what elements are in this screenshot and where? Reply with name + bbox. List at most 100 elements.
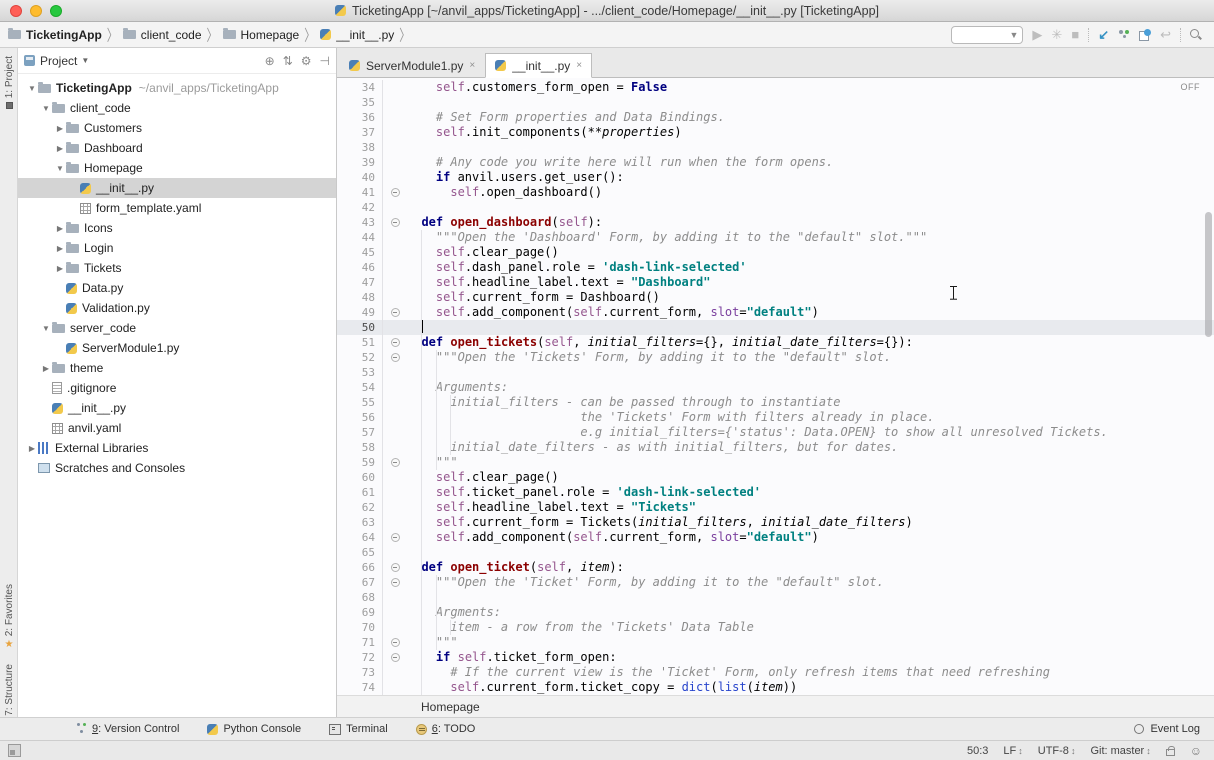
run-configuration-dropdown[interactable]: ▼ xyxy=(951,26,1023,44)
line-number[interactable]: 46 xyxy=(337,260,383,275)
code-editor[interactable]: 34 self.customers_form_open = False3536 … xyxy=(337,78,1214,695)
fold-marker[interactable] xyxy=(383,350,407,365)
locate-file-icon[interactable]: ⊕ xyxy=(265,54,275,68)
line-number[interactable]: 63 xyxy=(337,515,383,530)
code-line[interactable]: 39 # Any code you write here will run wh… xyxy=(337,155,1214,170)
line-number[interactable]: 34 xyxy=(337,80,383,95)
line-number[interactable]: 65 xyxy=(337,545,383,560)
chevron-expanded-icon[interactable]: ▼ xyxy=(40,324,52,333)
chevron-collapsed-icon[interactable]: ▶ xyxy=(54,124,66,133)
line-number[interactable]: 36 xyxy=(337,110,383,125)
toolwindow-button--version-control[interactable]: 9: Version Control xyxy=(76,723,179,735)
fold-icon[interactable] xyxy=(391,638,400,647)
fold-marker[interactable] xyxy=(383,455,407,470)
code-line[interactable]: 36 # Set Form properties and Data Bindin… xyxy=(337,110,1214,125)
search-everywhere-icon[interactable] xyxy=(1190,29,1202,41)
line-number[interactable]: 71 xyxy=(337,635,383,650)
project-view-selector[interactable]: Project xyxy=(40,54,77,68)
line-number[interactable]: 53 xyxy=(337,365,383,380)
update-project-button[interactable]: ↙ xyxy=(1098,28,1109,41)
code-line[interactable]: 71 """ xyxy=(337,635,1214,650)
chevron-collapsed-icon[interactable]: ▶ xyxy=(54,264,66,273)
hide-panel-icon[interactable]: ⊣ xyxy=(320,54,330,68)
line-number[interactable]: 38 xyxy=(337,140,383,155)
code-line[interactable]: 42 xyxy=(337,200,1214,215)
code-line[interactable]: 61 self.ticket_panel.role = 'dash-link-s… xyxy=(337,485,1214,500)
line-number[interactable]: 72 xyxy=(337,650,383,665)
code-line[interactable]: 66 def open_ticket(self, item): xyxy=(337,560,1214,575)
line-number[interactable]: 50 xyxy=(337,320,383,335)
fold-marker[interactable] xyxy=(383,635,407,650)
fold-icon[interactable] xyxy=(391,653,400,662)
chevron-collapsed-icon[interactable]: ▶ xyxy=(26,444,38,453)
commit-button[interactable] xyxy=(1118,29,1130,41)
fold-marker[interactable] xyxy=(383,530,407,545)
event-log-button[interactable]: Event Log xyxy=(1150,723,1200,735)
tree-item-dashboard[interactable]: ▶Dashboard xyxy=(18,138,336,158)
code-line[interactable]: 48 self.current_form = Dashboard() xyxy=(337,290,1214,305)
lock-icon[interactable] xyxy=(1166,749,1175,756)
toolwindow-button--todo[interactable]: 6: TODO xyxy=(416,723,476,735)
line-number[interactable]: 61 xyxy=(337,485,383,500)
code-line[interactable]: 45 self.clear_page() xyxy=(337,245,1214,260)
code-line[interactable]: 46 self.dash_panel.role = 'dash-link-sel… xyxy=(337,260,1214,275)
line-separator-selector[interactable]: LF↕ xyxy=(1003,745,1022,757)
tree-item-ticketingapp[interactable]: ▼TicketingApp~/anvil_apps/TicketingApp xyxy=(18,78,336,98)
code-line[interactable]: 62 self.headline_label.text = "Tickets" xyxy=(337,500,1214,515)
tree-item--gitignore[interactable]: .gitignore xyxy=(18,378,336,398)
toolwindow-button-terminal[interactable]: Terminal xyxy=(329,723,388,735)
line-number[interactable]: 68 xyxy=(337,590,383,605)
tree-item--init-py[interactable]: __init__.py xyxy=(18,178,336,198)
zoom-window-button[interactable] xyxy=(50,5,62,17)
code-line[interactable]: 69 Argments: xyxy=(337,605,1214,620)
rollback-button[interactable]: ↩ xyxy=(1160,28,1171,41)
code-line[interactable]: 54 Arguments: xyxy=(337,380,1214,395)
code-line[interactable]: 64 self.add_component(self.current_form,… xyxy=(337,530,1214,545)
breadcrumb-item-ticketingapp[interactable]: TicketingApp xyxy=(8,28,102,42)
code-line[interactable]: 40 if anvil.users.get_user(): xyxy=(337,170,1214,185)
fold-marker[interactable] xyxy=(383,305,407,320)
close-window-button[interactable] xyxy=(10,5,22,17)
code-line[interactable]: 35 xyxy=(337,95,1214,110)
fold-marker[interactable] xyxy=(383,575,407,590)
tree-item-anvil-yaml[interactable]: anvil.yaml xyxy=(18,418,336,438)
coverage-button[interactable]: ✳ xyxy=(1051,28,1062,41)
line-number[interactable]: 35 xyxy=(337,95,383,110)
fold-icon[interactable] xyxy=(391,353,400,362)
chevron-collapsed-icon[interactable]: ▶ xyxy=(40,364,52,373)
line-number[interactable]: 43 xyxy=(337,215,383,230)
code-line[interactable]: 57 e.g initial_filters={'status': Data.O… xyxy=(337,425,1214,440)
fold-marker[interactable] xyxy=(383,335,407,350)
toolwindow-toggle-icon[interactable] xyxy=(8,744,21,757)
code-line[interactable]: 72 if self.ticket_form_open: xyxy=(337,650,1214,665)
code-line[interactable]: 34 self.customers_form_open = False xyxy=(337,80,1214,95)
minimize-window-button[interactable] xyxy=(30,5,42,17)
code-line[interactable]: 41 self.open_dashboard() xyxy=(337,185,1214,200)
fold-marker[interactable] xyxy=(383,215,407,230)
close-tab-icon[interactable]: × xyxy=(469,60,475,71)
line-number[interactable]: 44 xyxy=(337,230,383,245)
gear-icon[interactable]: ⚙ xyxy=(301,54,312,68)
fold-icon[interactable] xyxy=(391,308,400,317)
code-line[interactable]: 38 xyxy=(337,140,1214,155)
breadcrumb-item-homepage[interactable]: Homepage xyxy=(223,28,300,42)
chevron-expanded-icon[interactable]: ▼ xyxy=(54,164,66,173)
fold-marker[interactable] xyxy=(383,185,407,200)
encoding-selector[interactable]: UTF-8↕ xyxy=(1038,745,1076,757)
code-line[interactable]: 70 item - a row from the 'Tickets' Data … xyxy=(337,620,1214,635)
line-number[interactable]: 64 xyxy=(337,530,383,545)
line-number[interactable]: 48 xyxy=(337,290,383,305)
breadcrumb-item-homepage[interactable]: Homepage xyxy=(421,700,480,714)
breadcrumb-item--init-py[interactable]: __init__.py xyxy=(320,28,394,42)
tree-item-homepage[interactable]: ▼Homepage xyxy=(18,158,336,178)
code-line[interactable]: 68 xyxy=(337,590,1214,605)
fold-icon[interactable] xyxy=(391,533,400,542)
close-tab-icon[interactable]: × xyxy=(576,60,582,71)
line-number[interactable]: 55 xyxy=(337,395,383,410)
line-number[interactable]: 73 xyxy=(337,665,383,680)
toolwindow-tab-project[interactable]: 1: Project xyxy=(0,56,18,109)
code-line[interactable]: 60 self.clear_page() xyxy=(337,470,1214,485)
code-line[interactable]: 74 self.current_form.ticket_copy = dict(… xyxy=(337,680,1214,695)
line-number[interactable]: 52 xyxy=(337,350,383,365)
code-line[interactable]: 44 """Open the 'Dashboard' Form, by addi… xyxy=(337,230,1214,245)
